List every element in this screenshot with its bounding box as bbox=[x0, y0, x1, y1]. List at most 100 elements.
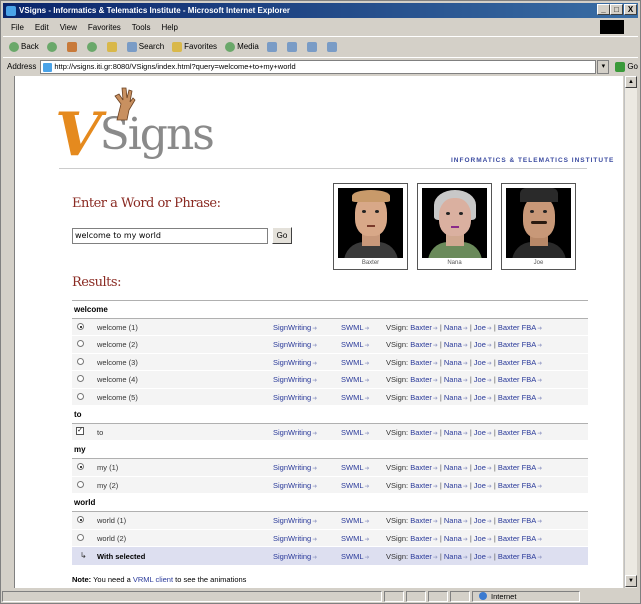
vsign-baxter-fba-link[interactable]: Baxter FBA bbox=[498, 340, 536, 349]
vsign-baxter-fba-link[interactable]: Baxter FBA bbox=[498, 358, 536, 367]
go-button[interactable]: Go bbox=[272, 227, 292, 244]
vsign-joe-link[interactable]: Joe bbox=[474, 534, 486, 543]
address-dropdown[interactable]: ▾ bbox=[597, 59, 610, 74]
vsign-nana-link[interactable]: Nana bbox=[444, 516, 462, 525]
swml-link[interactable]: SWML bbox=[341, 323, 364, 332]
swml-link[interactable]: SWML bbox=[341, 516, 364, 525]
signwriting-link[interactable]: SignWriting bbox=[273, 340, 311, 349]
word-input[interactable]: welcome to my world bbox=[72, 228, 268, 244]
menu-help[interactable]: Help bbox=[161, 23, 177, 32]
vsign-nana-link[interactable]: Nana bbox=[444, 552, 462, 561]
favorites-button[interactable]: Favorites bbox=[172, 41, 217, 52]
vsign-baxter-link[interactable]: Baxter bbox=[410, 463, 432, 472]
vsign-nana-link[interactable]: Nana bbox=[444, 481, 462, 490]
vsign-joe-link[interactable]: Joe bbox=[474, 463, 486, 472]
vsign-baxter-link[interactable]: Baxter bbox=[410, 428, 432, 437]
vsign-baxter-fba-link[interactable]: Baxter FBA bbox=[498, 463, 536, 472]
avatar-nana[interactable]: Nana bbox=[417, 183, 492, 270]
vsign-baxter-fba-link[interactable]: Baxter FBA bbox=[498, 375, 536, 384]
select-radio[interactable] bbox=[77, 392, 84, 400]
signwriting-link[interactable]: SignWriting bbox=[273, 358, 311, 367]
vsign-joe-link[interactable]: Joe bbox=[474, 358, 486, 367]
avatar-baxter[interactable]: Baxter bbox=[333, 183, 408, 270]
vsign-baxter-link[interactable]: Baxter bbox=[410, 358, 432, 367]
back-button[interactable]: Back bbox=[9, 41, 39, 52]
scroll-up-button[interactable]: ▲ bbox=[625, 76, 637, 88]
select-radio[interactable] bbox=[77, 323, 84, 330]
print-button[interactable] bbox=[306, 41, 319, 52]
maximize-button[interactable]: □ bbox=[610, 4, 623, 15]
vsign-nana-link[interactable]: Nana bbox=[444, 534, 462, 543]
select-radio[interactable] bbox=[77, 516, 84, 524]
swml-link[interactable]: SWML bbox=[341, 534, 364, 543]
address-input[interactable]: http://vsigns.iti.gr:8080/VSigns/index.h… bbox=[40, 59, 597, 74]
swml-link[interactable]: SWML bbox=[341, 393, 364, 402]
signwriting-link[interactable]: SignWriting bbox=[273, 323, 311, 332]
address-go-button[interactable]: Go bbox=[615, 61, 638, 72]
vsign-baxter-link[interactable]: Baxter bbox=[410, 552, 432, 561]
signwriting-link[interactable]: SignWriting bbox=[273, 534, 311, 543]
vsign-baxter-link[interactable]: Baxter bbox=[410, 323, 432, 332]
select-radio[interactable] bbox=[77, 357, 84, 365]
vsign-baxter-fba-link[interactable]: Baxter FBA bbox=[498, 552, 536, 561]
vsign-nana-link[interactable]: Nana bbox=[444, 323, 462, 332]
select-radio[interactable] bbox=[77, 375, 84, 383]
signwriting-link[interactable]: SignWriting bbox=[273, 463, 311, 472]
vsign-nana-link[interactable]: Nana bbox=[444, 358, 462, 367]
swml-link[interactable]: SWML bbox=[341, 552, 364, 561]
vertical-scrollbar[interactable]: ▲ ▼ bbox=[624, 76, 637, 588]
avatar-joe[interactable]: Joe bbox=[501, 183, 576, 270]
vsign-joe-link[interactable]: Joe bbox=[474, 428, 486, 437]
signwriting-link[interactable]: SignWriting bbox=[273, 481, 311, 490]
menu-tools[interactable]: Tools bbox=[132, 23, 151, 32]
vsign-joe-link[interactable]: Joe bbox=[474, 393, 486, 402]
select-radio[interactable] bbox=[77, 480, 84, 488]
media-button[interactable]: Media bbox=[225, 41, 259, 52]
vrml-client-link[interactable]: VRML client bbox=[133, 575, 173, 584]
close-button[interactable]: X bbox=[624, 4, 637, 15]
vsign-baxter-fba-link[interactable]: Baxter FBA bbox=[498, 393, 536, 402]
vsign-baxter-link[interactable]: Baxter bbox=[410, 481, 432, 490]
signwriting-link[interactable]: SignWriting bbox=[273, 516, 311, 525]
vsign-nana-link[interactable]: Nana bbox=[444, 340, 462, 349]
select-checkbox[interactable]: ✓ bbox=[76, 426, 84, 435]
vsign-baxter-fba-link[interactable]: Baxter FBA bbox=[498, 516, 536, 525]
signwriting-link[interactable]: SignWriting bbox=[273, 428, 311, 437]
vsign-nana-link[interactable]: Nana bbox=[444, 428, 462, 437]
vsign-baxter-link[interactable]: Baxter bbox=[410, 393, 432, 402]
select-radio[interactable] bbox=[77, 340, 84, 348]
signwriting-link[interactable]: SignWriting bbox=[273, 375, 311, 384]
vsign-baxter-fba-link[interactable]: Baxter FBA bbox=[498, 534, 536, 543]
vsign-joe-link[interactable]: Joe bbox=[474, 323, 486, 332]
mail-button[interactable] bbox=[286, 41, 299, 52]
vsign-joe-link[interactable]: Joe bbox=[474, 375, 486, 384]
forward-button[interactable] bbox=[46, 41, 59, 52]
vsign-joe-link[interactable]: Joe bbox=[474, 552, 486, 561]
vsign-baxter-link[interactable]: Baxter bbox=[410, 375, 432, 384]
scroll-down-button[interactable]: ▼ bbox=[625, 575, 637, 587]
vsign-baxter-link[interactable]: Baxter bbox=[410, 340, 432, 349]
stop-button[interactable] bbox=[66, 41, 79, 52]
vsign-baxter-fba-link[interactable]: Baxter FBA bbox=[498, 428, 536, 437]
vsign-joe-link[interactable]: Joe bbox=[474, 481, 486, 490]
menu-edit[interactable]: Edit bbox=[35, 23, 49, 32]
swml-link[interactable]: SWML bbox=[341, 375, 364, 384]
vsign-baxter-fba-link[interactable]: Baxter FBA bbox=[498, 481, 536, 490]
swml-link[interactable]: SWML bbox=[341, 428, 364, 437]
home-button[interactable] bbox=[106, 41, 119, 52]
edit-button[interactable] bbox=[326, 41, 339, 52]
select-radio[interactable] bbox=[77, 533, 84, 541]
menu-favorites[interactable]: Favorites bbox=[88, 23, 121, 32]
refresh-button[interactable] bbox=[86, 41, 99, 52]
swml-link[interactable]: SWML bbox=[341, 463, 364, 472]
search-button[interactable]: Search bbox=[126, 41, 164, 52]
vsign-nana-link[interactable]: Nana bbox=[444, 463, 462, 472]
vsign-joe-link[interactable]: Joe bbox=[474, 516, 486, 525]
signwriting-link[interactable]: SignWriting bbox=[273, 393, 311, 402]
select-radio[interactable] bbox=[77, 463, 84, 471]
vsign-nana-link[interactable]: Nana bbox=[444, 375, 462, 384]
menu-view[interactable]: View bbox=[60, 23, 77, 32]
vsign-baxter-link[interactable]: Baxter bbox=[410, 516, 432, 525]
menu-file[interactable]: File bbox=[11, 23, 24, 32]
vsign-nana-link[interactable]: Nana bbox=[444, 393, 462, 402]
